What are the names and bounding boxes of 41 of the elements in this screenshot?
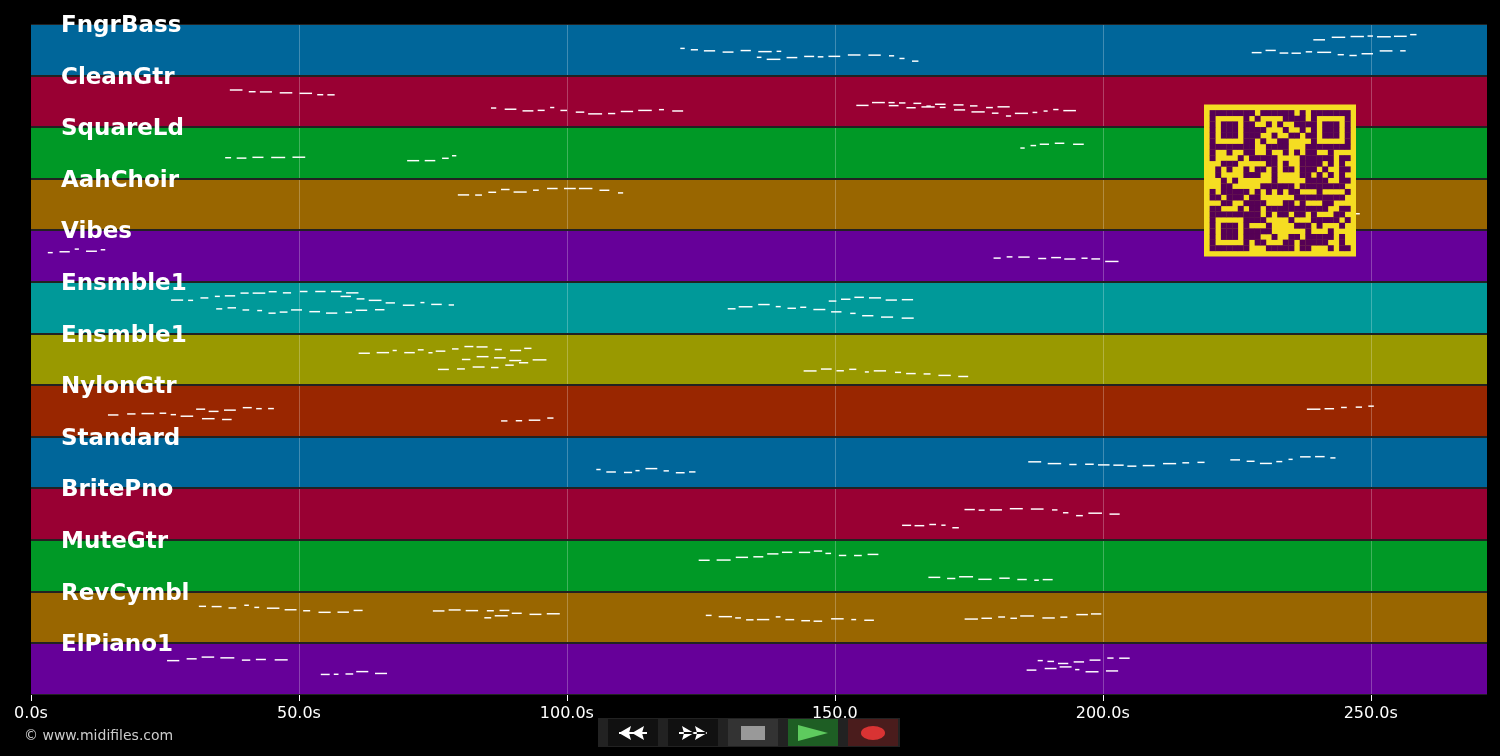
track-name: Vibes	[61, 216, 133, 246]
track-name: AahChoir	[61, 164, 179, 194]
stop-icon	[741, 725, 765, 740]
time-label: 150.0	[811, 703, 858, 722]
axis-tick	[1102, 695, 1104, 701]
track-name: BritePno	[61, 474, 174, 504]
notes-drawing	[47, 248, 106, 254]
qr-code-icon	[1204, 104, 1356, 257]
axis-tick	[1370, 695, 1372, 701]
axis-tick	[298, 695, 300, 701]
axis-tick	[566, 695, 568, 701]
time-label: 100.0s	[539, 703, 594, 722]
time-label: 250.0s	[1343, 703, 1398, 722]
notes-drawing	[1306, 405, 1374, 411]
record-button[interactable]	[848, 719, 898, 746]
fast-forward-icon	[679, 725, 707, 740]
track-name: CleanGtr	[61, 61, 175, 91]
track-name: RevCymbl	[61, 577, 190, 607]
fast-forward-button[interactable]	[668, 719, 718, 746]
rewind-icon	[619, 725, 647, 740]
time-label: 200.0s	[1075, 703, 1130, 722]
axis-tick	[834, 695, 836, 701]
track-name: NylonGtr	[61, 371, 177, 401]
axis-tick	[31, 695, 32, 701]
time-label: 50.0s	[276, 703, 321, 722]
notes-drawing	[501, 417, 554, 422]
notes-drawing	[1020, 142, 1084, 149]
time-label: 0.0s	[14, 703, 48, 722]
track-name: FngrBass	[61, 10, 182, 39]
notes-drawing	[320, 671, 387, 676]
track-name: Ensmble1	[61, 268, 187, 298]
track-name: ElPiano1	[61, 629, 174, 659]
copyright-text: © www.midifiles.com	[24, 727, 174, 743]
stop-button[interactable]	[728, 719, 778, 746]
rewind-button[interactable]	[608, 719, 658, 746]
notes-drawing	[407, 155, 457, 162]
notes-drawing	[902, 524, 959, 529]
track-name: Ensmble1	[61, 319, 187, 349]
play-icon	[798, 724, 828, 741]
play-button[interactable]	[788, 719, 838, 746]
record-icon	[861, 725, 885, 740]
